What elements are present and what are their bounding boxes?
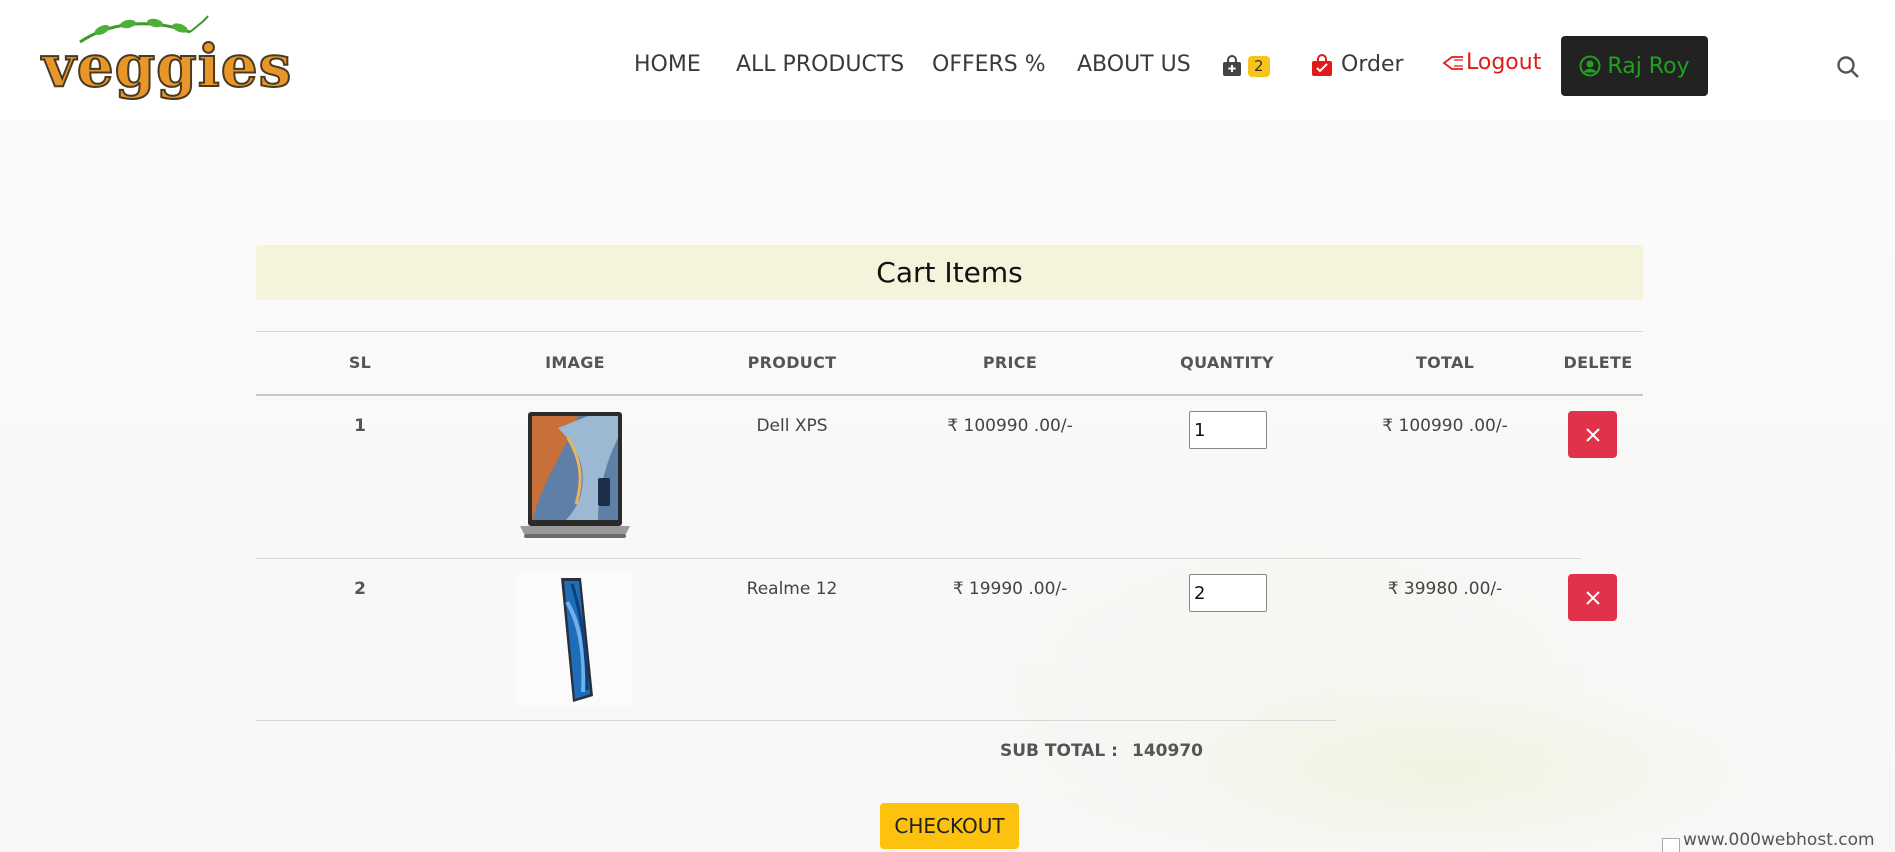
cart-title: Cart Items [876, 256, 1023, 289]
logout-label: Logout [1466, 50, 1542, 75]
svg-text:veggies: veggies [40, 32, 290, 100]
row-product: Realme 12 [746, 579, 838, 599]
user-name: Raj Roy [1607, 53, 1690, 79]
col-header-image: IMAGE [545, 353, 605, 372]
quantity-input[interactable] [1189, 574, 1267, 612]
col-header-price: PRICE [982, 353, 1038, 372]
row-divider [256, 558, 1581, 559]
col-header-product: PRODUCT [747, 353, 837, 372]
user-account-button[interactable]: Raj Roy [1561, 36, 1708, 96]
col-header-delete: DELETE [1563, 353, 1633, 372]
row-total: ₹ 100990 .00/- [1382, 416, 1508, 436]
checkout-button[interactable]: CHECKOUT [880, 803, 1019, 849]
host-text: www.000webhost.com [1683, 832, 1875, 850]
row-sl: 2 [354, 579, 366, 599]
order-bag-icon [1312, 53, 1332, 76]
user-circle-icon [1579, 55, 1601, 77]
veggies-logo[interactable]: veggies [40, 14, 290, 100]
close-icon [1585, 590, 1600, 605]
col-header-quantity: QUANTITY [1180, 353, 1274, 372]
delete-item-button[interactable] [1568, 411, 1617, 458]
order-label: Order [1341, 52, 1404, 77]
nav-all-products[interactable]: ALL PRODUCTS [736, 52, 904, 77]
nav-home[interactable]: HOME [634, 52, 701, 77]
logout-icon [1442, 55, 1463, 70]
cart-button[interactable]: 2 [1222, 55, 1270, 77]
nav-about-us[interactable]: ABOUT US [1077, 52, 1191, 77]
cart-title-bar: Cart Items [256, 245, 1643, 300]
delete-item-button[interactable] [1568, 574, 1617, 621]
row-price: ₹ 100990 .00/- [947, 416, 1073, 436]
phone-image[interactable] [517, 572, 633, 706]
row-sl: 1 [354, 416, 366, 436]
row-product: Dell XPS [756, 416, 828, 436]
cart-count-badge: 2 [1248, 55, 1270, 77]
quantity-input[interactable] [1189, 411, 1267, 449]
subtotal-value: 140970 [1132, 741, 1203, 761]
order-link[interactable]: Order [1311, 52, 1404, 77]
close-icon [1585, 427, 1600, 442]
nav-offers[interactable]: OFFERS % [932, 52, 1046, 77]
site-header: veggies HOME ALL PRODUCTS OFFERS % ABOUT… [0, 0, 1895, 120]
search-icon[interactable] [1836, 55, 1860, 79]
broken-image-icon [1662, 838, 1680, 852]
col-header-sl: SL [348, 353, 372, 372]
col-header-total: TOTAL [1415, 353, 1475, 372]
row-total: ₹ 39980 .00/- [1387, 579, 1503, 599]
subtotal-label: SUB TOTAL : [1000, 741, 1118, 761]
logout-link[interactable]: Logout [1442, 50, 1541, 75]
shopping-bag-icon [1223, 55, 1241, 76]
table-top-border [256, 331, 1643, 332]
table-header-border [256, 394, 1643, 396]
page-background [0, 120, 1895, 852]
host-badge[interactable]: www.000webhost.com [1662, 832, 1895, 852]
laptop-image[interactable] [518, 408, 632, 540]
table-bottom-border [256, 720, 1336, 721]
row-price: ₹ 19990 .00/- [952, 579, 1068, 599]
